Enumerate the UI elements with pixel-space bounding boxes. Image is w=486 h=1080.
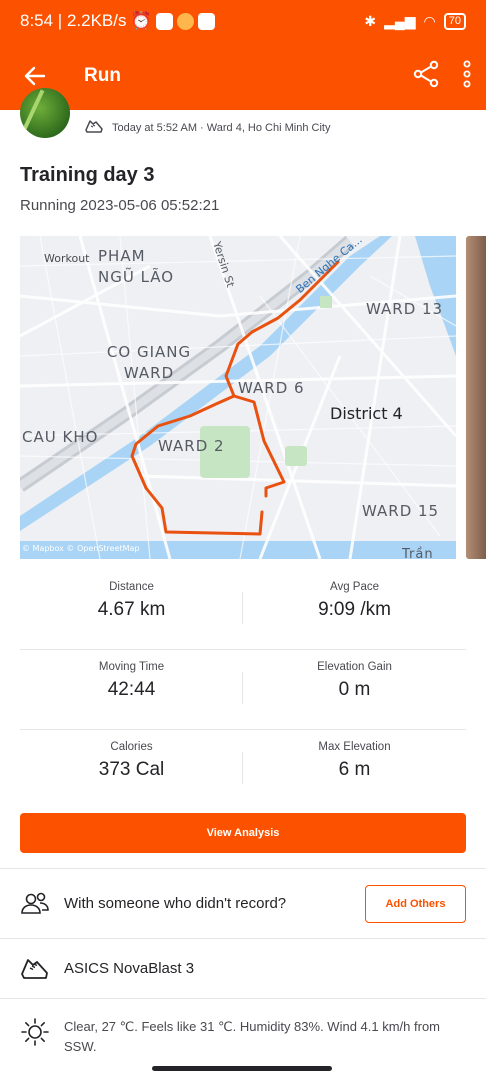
more-vertical-icon[interactable] [462, 60, 472, 93]
activity-meta: Today at 5:52 AM · Ward 4, Ho Chi Minh C… [112, 121, 331, 134]
map-label-district-4: District 4 [330, 404, 403, 423]
status-time: 8:54 | 2.2KB/s [20, 11, 127, 30]
athlete-header: Today at 5:52 AM · Ward 4, Ho Chi Minh C… [0, 88, 486, 150]
divider [242, 592, 243, 624]
telegram-icon [155, 12, 173, 30]
with-someone-row[interactable]: With someone who didn't record? Add Othe… [0, 868, 486, 938]
shoe-icon [84, 118, 104, 137]
divider [242, 752, 243, 784]
stat-distance: Distance 4.67 km [20, 570, 243, 649]
stat-label: Distance [109, 581, 154, 593]
map-attribution: © Mapbox © OpenStreetMap [22, 544, 140, 553]
shoe-icon [20, 954, 50, 984]
map-label-tran-xu: Trần Xu [402, 547, 434, 559]
stat-calories: Calories 373 Cal [20, 730, 243, 810]
with-someone-label: With someone who didn't record? [64, 895, 287, 912]
sun-icon [20, 1017, 50, 1047]
view-analysis-button[interactable]: View Analysis [20, 813, 466, 853]
home-indicator[interactable] [152, 1066, 332, 1071]
signal-icon: ▂▄▆ [384, 12, 416, 29]
map-label-workout: Workout [44, 252, 90, 265]
app-icon [176, 12, 194, 30]
stat-moving-time: Moving Time 42:44 [20, 650, 243, 729]
stat-label: Elevation Gain [317, 661, 392, 673]
stat-label: Moving Time [98, 661, 165, 673]
stats-row: Moving Time 42:44 Elevation Gain 0 m [20, 650, 466, 730]
add-others-button[interactable]: Add Others [365, 884, 466, 923]
stats-row: Distance 4.67 km Avg Pace 9:09 /km [20, 570, 466, 650]
people-icon [20, 889, 50, 919]
map-label-pham-ngu-lao: PHAM NGŨ LÃO [98, 247, 175, 286]
map-label-co-giang: CO GIANG WARD [106, 343, 192, 382]
alarm-icon: ⏰ [130, 11, 152, 30]
map-label-ward-6: WARD 6 [238, 379, 305, 397]
google-icon [197, 12, 215, 30]
app-bar: Run [0, 42, 486, 110]
stat-value: 4.67 km [97, 599, 166, 620]
stat-max-elevation: Max Elevation 6 m [243, 730, 466, 810]
activity-title: Training day 3 [20, 164, 155, 186]
status-bar: 8:54 | 2.2KB/s ⏰ ✱ ▂▄▆ ◠ 70 [0, 0, 486, 42]
stat-value: 9:09 /km [318, 599, 391, 620]
weather-row: Clear, 27 ℃. Feels like 31 ℃. Humidity 8… [0, 998, 486, 1064]
stat-label: Avg Pace [329, 581, 379, 593]
activity-subtitle: Running 2023-05-06 05:52:21 [20, 197, 220, 214]
page-title: Run [84, 65, 121, 86]
photo-thumbnail[interactable] [466, 236, 486, 559]
bluetooth-icon: ✱ [364, 12, 377, 29]
divider [242, 672, 243, 704]
stats-grid: Distance 4.67 km Avg Pace 9:09 /km Movin… [20, 570, 466, 810]
back-arrow-icon[interactable] [20, 61, 50, 91]
wifi-icon: ◠ [423, 12, 436, 29]
route-map[interactable]: Workout PHAM NGŨ LÃO Yersin St Ben Nghe … [20, 236, 456, 559]
stat-avg-pace: Avg Pace 9:09 /km [243, 570, 466, 649]
battery-icon: 70 [443, 12, 466, 30]
stat-label: Calories [110, 741, 153, 753]
stats-row: Calories 373 Cal Max Elevation 6 m [20, 730, 466, 810]
stat-label: Max Elevation [318, 741, 391, 753]
map-label-cau-kho: CAU KHO [22, 428, 99, 446]
stat-value: 6 m [338, 759, 371, 780]
gear-label: ASICS NovaBlast 3 [64, 960, 195, 977]
weather-summary: Clear, 27 ℃. Feels like 31 ℃. Humidity 8… [64, 1019, 440, 1054]
map-label-ward-2: WARD 2 [158, 437, 225, 455]
avatar[interactable] [20, 88, 70, 138]
stat-value: 373 Cal [98, 759, 165, 780]
share-icon[interactable] [412, 60, 440, 93]
stat-value: 0 m [338, 679, 371, 700]
map-label-ward-13: WARD 13 [366, 300, 444, 318]
stat-value: 42:44 [107, 679, 156, 700]
stat-elevation-gain: Elevation Gain 0 m [243, 650, 466, 729]
gear-row[interactable]: ASICS NovaBlast 3 [0, 938, 486, 998]
map-label-ward-15: WARD 15 [362, 502, 440, 520]
